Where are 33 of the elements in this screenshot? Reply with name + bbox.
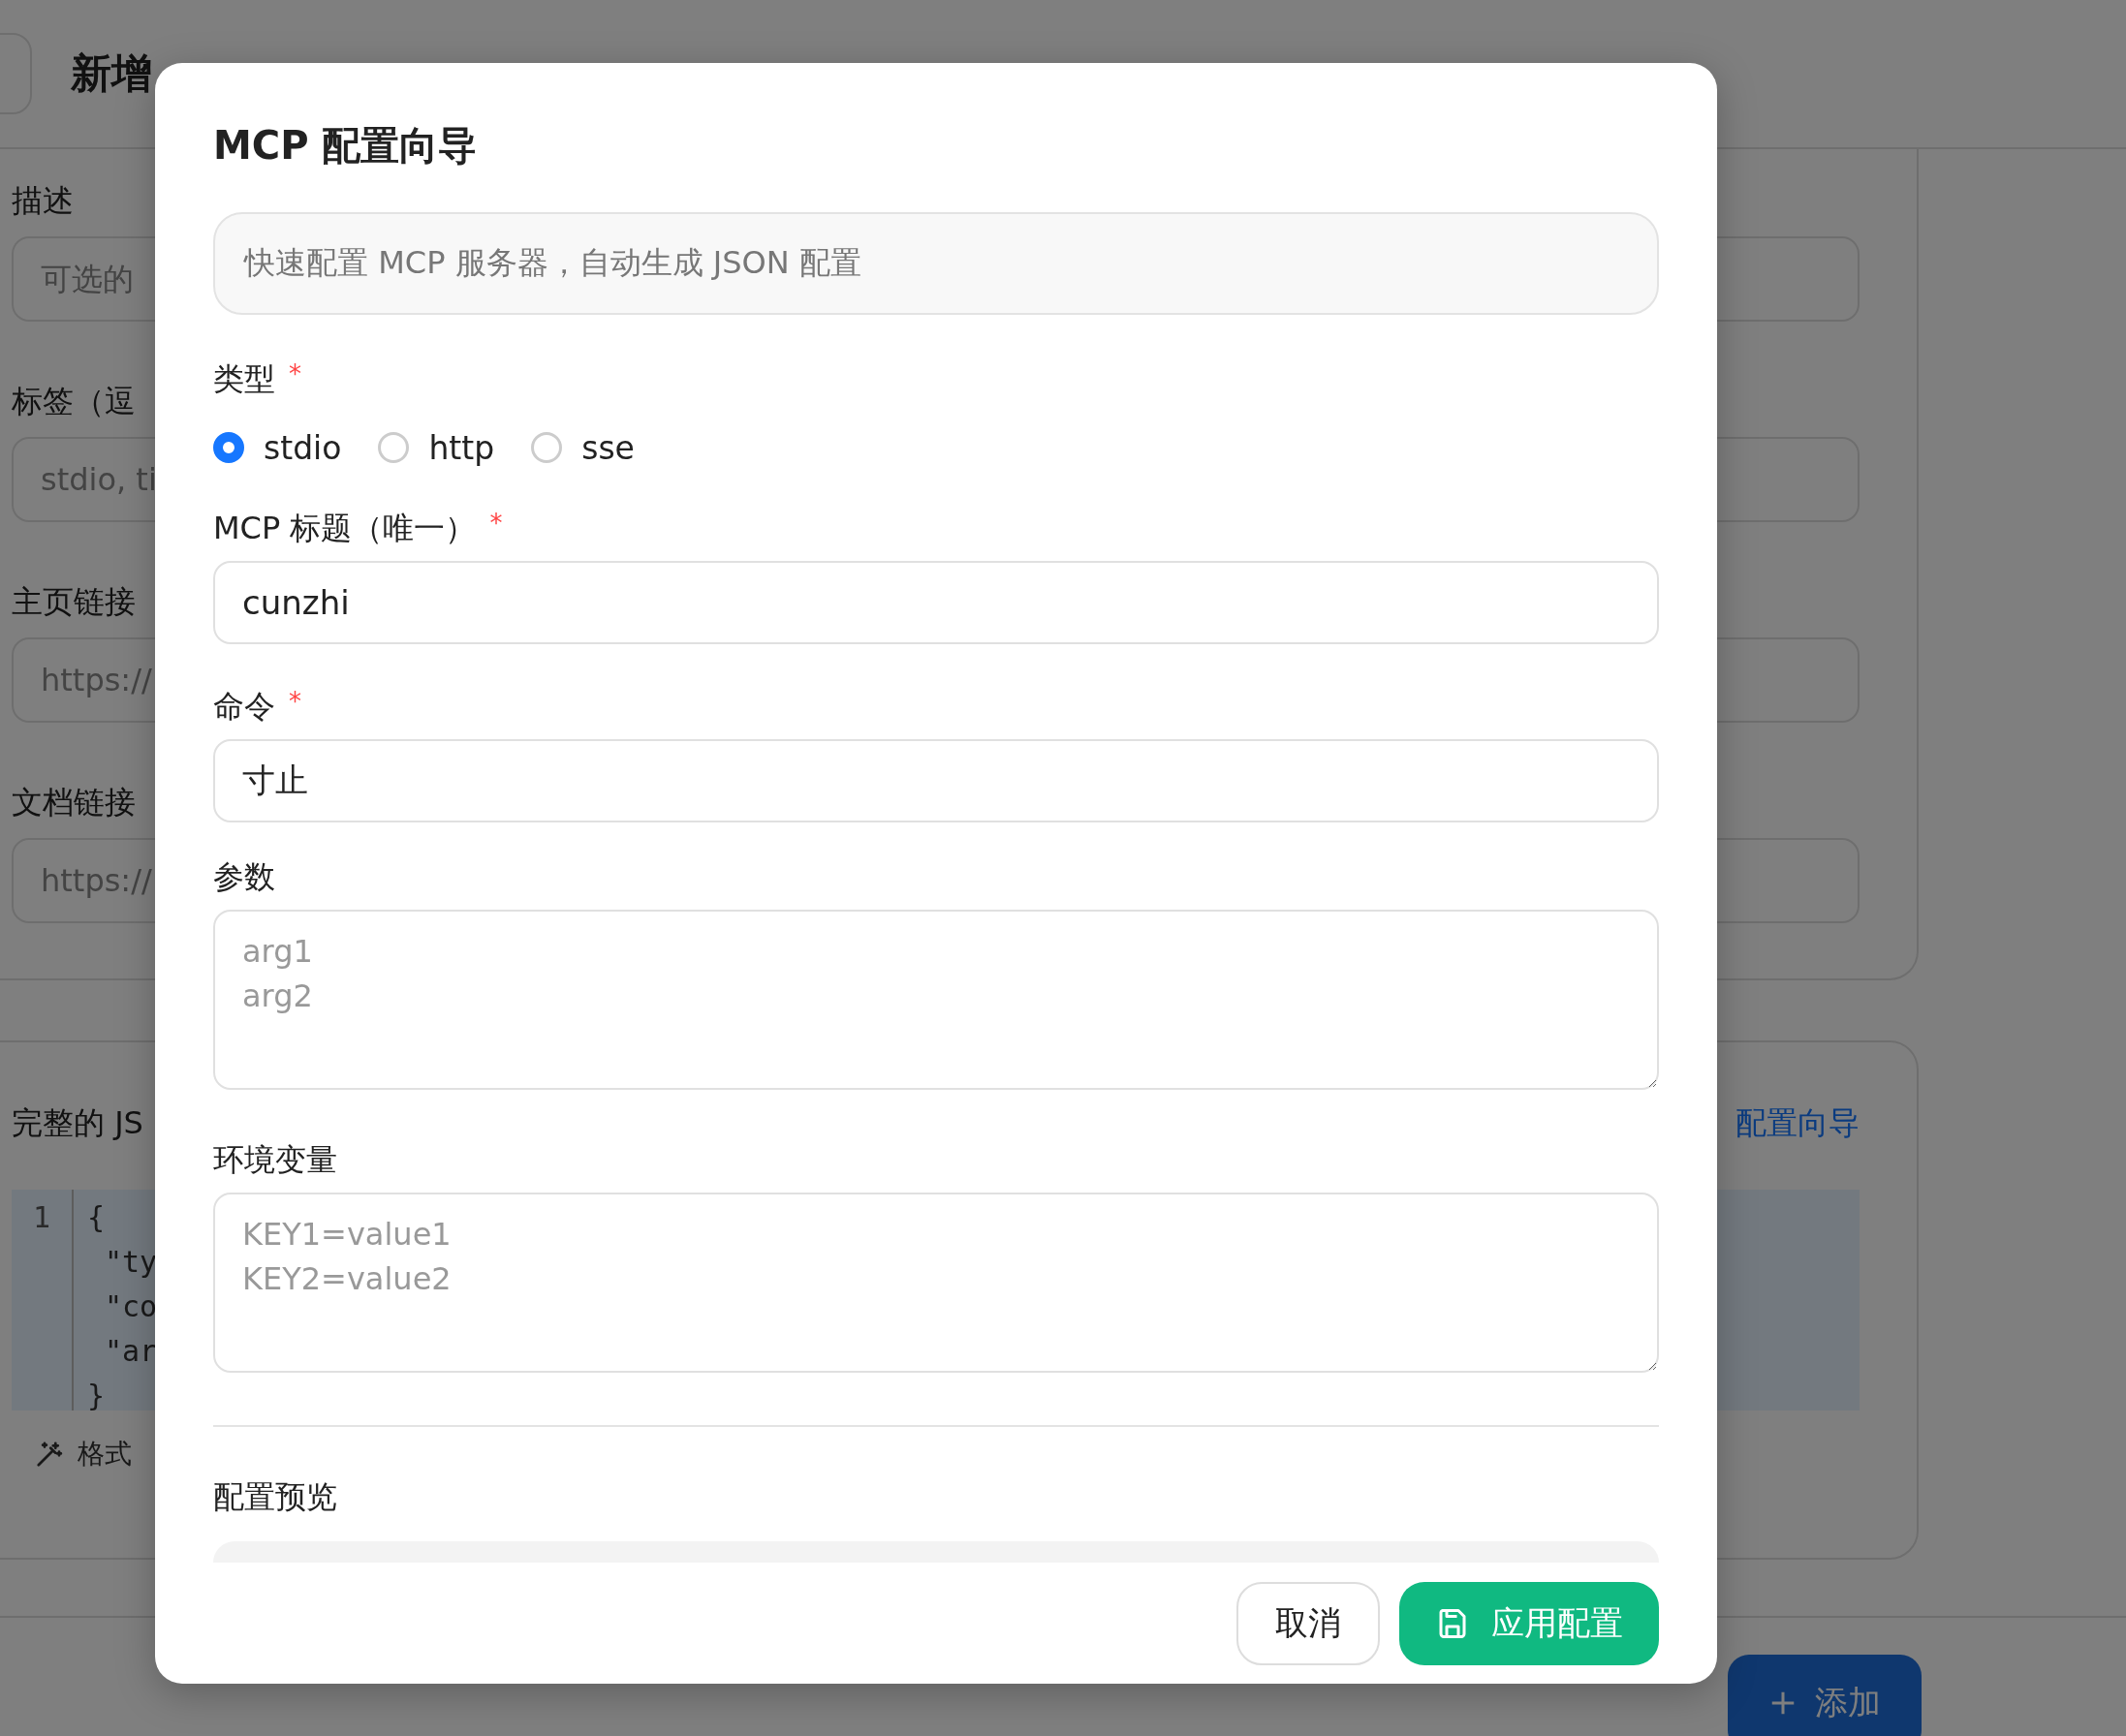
code-line: "co <box>104 1288 158 1325</box>
field-label: 类型 <box>213 359 275 399</box>
radio-option[interactable]: sse <box>531 428 635 467</box>
section-label: 配置预览 <box>213 1477 338 1517</box>
magic-wand-icon <box>35 1440 64 1469</box>
code-line: "ar <box>104 1333 158 1370</box>
code-line: } <box>87 1378 107 1414</box>
field-label: 主页链接 <box>12 582 136 622</box>
cancel-button[interactable]: 取消 <box>1236 1582 1380 1665</box>
required-mark: * <box>289 358 301 390</box>
line-number: 1 <box>32 1199 51 1236</box>
page-title: 新增 <box>71 48 152 99</box>
field-label: 命令 <box>213 687 275 727</box>
code-line: "ty <box>104 1244 158 1281</box>
required-mark: * <box>489 508 503 540</box>
required-mark: * <box>289 686 301 718</box>
field-label: MCP 标题（唯一） <box>213 509 477 548</box>
field-label: 描述 <box>12 181 74 221</box>
radio-option[interactable]: http <box>378 428 495 467</box>
dialog-title: MCP 配置向导 <box>213 122 479 170</box>
format-button[interactable]: 格式 <box>35 1436 132 1472</box>
input-field[interactable]: cunzhi <box>213 561 1659 644</box>
input-field[interactable]: 寸止 <box>213 739 1659 822</box>
code-line: { <box>87 1199 107 1236</box>
text-area[interactable]: arg1 arg2 <box>213 910 1659 1090</box>
field-label: 文档链接 <box>12 783 136 822</box>
section-label: 完整的 JS <box>12 1103 143 1143</box>
text-area[interactable]: KEY1=value1 KEY2=value2 <box>213 1193 1659 1373</box>
field-label: 标签（逗 <box>12 382 136 421</box>
info-banner: 快速配置 MCP 服务器，自动生成 JSON 配置 <box>213 212 1659 315</box>
field-label: 环境变量 <box>213 1140 337 1180</box>
field-label: 参数 <box>213 857 275 897</box>
radio-option[interactable]: stdio <box>213 428 342 467</box>
